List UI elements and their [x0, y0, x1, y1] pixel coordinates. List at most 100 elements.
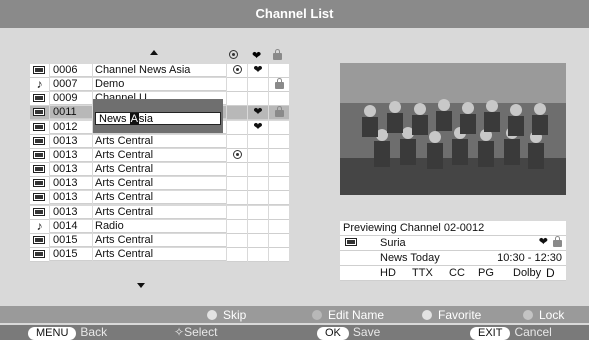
favorite-cell[interactable]: [248, 177, 268, 192]
skip-cell[interactable]: [227, 78, 247, 93]
preview-channel-name: Suria: [380, 237, 406, 249]
lock-cell[interactable]: [269, 247, 289, 262]
legend-favorite[interactable]: Favorite: [422, 307, 481, 323]
channel-row[interactable]: 0013 Arts Central: [30, 163, 289, 178]
tv-icon: [30, 205, 49, 220]
heart-icon[interactable]: ❤: [248, 64, 268, 78]
skip-cell[interactable]: [227, 247, 247, 262]
preview-window: [340, 63, 566, 195]
channel-number: 0009: [50, 92, 92, 106]
lock-icon[interactable]: [269, 78, 289, 93]
channel-row[interactable]: 0013 Arts Central: [30, 205, 289, 220]
channel-number: 0015: [50, 247, 92, 261]
tag-pg: PG: [478, 267, 494, 279]
music-note-icon: ♪: [30, 78, 49, 93]
channel-row[interactable]: ♪ 0014 Radio: [30, 219, 289, 234]
channel-name: Arts Central: [93, 191, 226, 205]
select-hint: ✧Select: [174, 325, 217, 340]
lock-cell[interactable]: [269, 205, 289, 220]
menu-back-hint[interactable]: MENU Back: [28, 325, 107, 340]
channel-row[interactable]: 0013 Arts Central: [30, 191, 289, 206]
channel-row[interactable]: ♪ 0007 Demo: [30, 78, 289, 93]
scroll-down-arrow[interactable]: [137, 283, 145, 288]
channel-number: 0013: [50, 191, 92, 205]
heart-icon[interactable]: ❤: [248, 106, 268, 121]
favorite-cell[interactable]: [248, 219, 268, 234]
favorite-cell[interactable]: [248, 163, 268, 178]
lock-cell[interactable]: [269, 120, 289, 135]
channel-row[interactable]: 0013 Arts Central: [30, 148, 289, 163]
legend-favorite-label: Favorite: [438, 308, 482, 322]
channel-number: 0013: [50, 205, 92, 219]
lock-cell[interactable]: [269, 163, 289, 178]
skip-cell[interactable]: [227, 219, 247, 234]
channel-number: 0013: [50, 163, 92, 177]
tag-dolby: Dolby: [513, 267, 542, 279]
heart-icon[interactable]: ❤: [248, 120, 268, 135]
skip-cell[interactable]: [227, 177, 247, 192]
skip-cell[interactable]: [227, 205, 247, 220]
back-label: Back: [80, 325, 108, 339]
channel-row[interactable]: 0006 Channel News Asia ❤: [30, 64, 289, 78]
channel-name: Arts Central: [93, 177, 226, 191]
channel-list-screen: Channel List ❤ 0006 Channel News Asia ❤ ♪ 00…: [0, 0, 589, 340]
favorite-cell[interactable]: [248, 92, 268, 107]
skip-cell[interactable]: [227, 233, 247, 248]
tv-icon: [30, 191, 49, 206]
legend-lock[interactable]: Lock: [523, 307, 564, 323]
lock-cell[interactable]: [269, 219, 289, 234]
favorite-cell[interactable]: [248, 191, 268, 206]
tv-icon: [30, 120, 49, 135]
legend-edit-name[interactable]: Edit Name: [312, 307, 384, 323]
lock-cell[interactable]: [269, 92, 289, 107]
channel-name: Channel News Asia: [93, 64, 226, 77]
scroll-up-arrow[interactable]: [150, 50, 158, 55]
skip-cell[interactable]: [227, 92, 247, 107]
favorite-cell[interactable]: [248, 78, 268, 93]
favorite-cell[interactable]: [248, 233, 268, 248]
skip-cell[interactable]: [227, 134, 247, 149]
legend-skip[interactable]: Skip: [207, 307, 246, 323]
lock-cell[interactable]: [269, 148, 289, 163]
tag-hd: HD: [380, 267, 396, 279]
help-bar: MENU Back ✧Select OK Save EXIT Cancel: [0, 325, 589, 340]
white-dot-icon: [207, 310, 217, 320]
skip-cell[interactable]: [227, 163, 247, 178]
lock-cell[interactable]: [269, 64, 289, 78]
channel-row[interactable]: 0013 Arts Central: [30, 134, 289, 149]
lock-cell[interactable]: [269, 177, 289, 192]
channel-row[interactable]: 0015 Arts Central: [30, 233, 289, 248]
channel-name: Arts Central: [93, 205, 226, 219]
skip-icon[interactable]: [227, 64, 247, 78]
favorite-cell[interactable]: [248, 134, 268, 149]
channel-number: 0012: [50, 120, 92, 134]
dolby-d-icon: D: [546, 266, 555, 280]
preview-image: [340, 63, 566, 195]
preview-time: 10:30 - 12:30: [497, 252, 562, 264]
favorite-cell[interactable]: [248, 148, 268, 163]
skip-cell[interactable]: [227, 120, 247, 135]
lock-cell[interactable]: [269, 191, 289, 206]
lock-icon[interactable]: [269, 106, 289, 121]
exit-cancel-hint[interactable]: EXIT Cancel: [470, 325, 552, 340]
channel-row[interactable]: 0013 Arts Central: [30, 177, 289, 192]
favorite-cell[interactable]: [248, 205, 268, 220]
ok-save-hint[interactable]: OK Save: [317, 325, 380, 340]
page-title: Channel List: [0, 0, 589, 28]
tv-icon: [30, 163, 49, 178]
channel-name: Arts Central: [93, 247, 226, 261]
edit-text-before: News: [99, 113, 130, 125]
lock-cell[interactable]: [269, 233, 289, 248]
skip-cell[interactable]: [227, 191, 247, 206]
tv-icon: [30, 177, 49, 192]
edit-name-field[interactable]: News Asia: [95, 112, 221, 125]
skip-cell[interactable]: [227, 106, 247, 121]
save-label: Save: [352, 325, 381, 339]
music-note-icon: ♪: [30, 219, 49, 234]
skip-icon[interactable]: [227, 148, 247, 163]
channel-number: 0013: [50, 177, 92, 191]
channel-row[interactable]: 0015 Arts Central: [30, 247, 289, 262]
preview-heading: Previewing Channel 02-0012: [343, 222, 485, 234]
lock-cell[interactable]: [269, 134, 289, 149]
favorite-cell[interactable]: [248, 247, 268, 262]
